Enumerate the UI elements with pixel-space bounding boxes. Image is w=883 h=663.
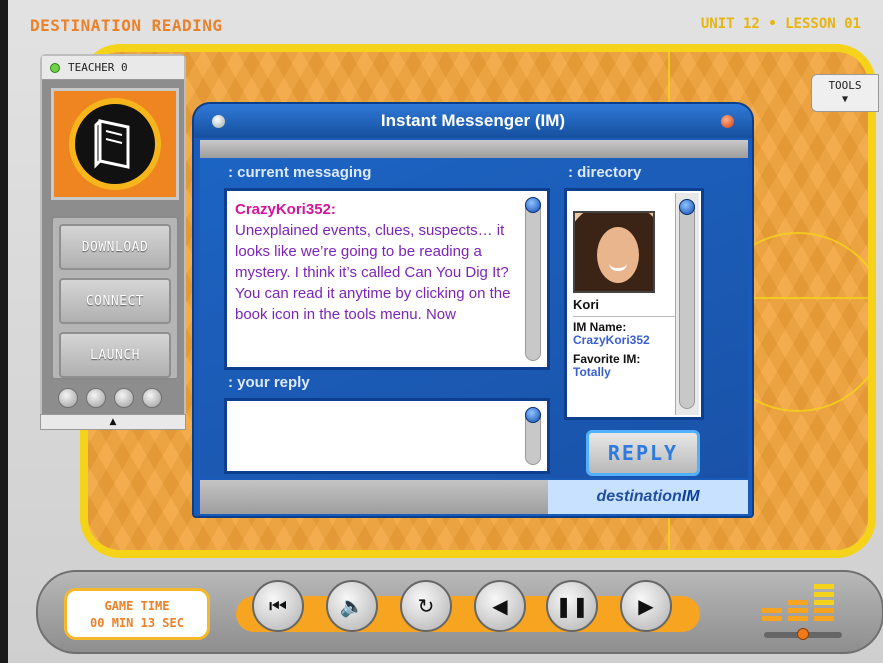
book-icon-ring bbox=[69, 98, 161, 190]
back-icon: ◀ bbox=[492, 594, 508, 618]
indicator-light bbox=[58, 388, 78, 408]
volume-slider[interactable] bbox=[764, 628, 842, 640]
im-title: Instant Messenger (IM) bbox=[380, 111, 566, 130]
game-time-label: GAME TIME bbox=[104, 599, 170, 613]
volume-knob[interactable] bbox=[797, 628, 809, 640]
scroll-thumb[interactable] bbox=[679, 199, 695, 215]
reply-text bbox=[227, 401, 547, 413]
triangle-up-icon: ▲ bbox=[109, 417, 117, 427]
game-time-display: GAME TIME 00 MIN 13 SEC bbox=[64, 588, 210, 640]
volume-button[interactable]: 🔈 bbox=[326, 580, 378, 632]
brand-prefix: destination bbox=[596, 488, 682, 505]
brand-suffix: IM bbox=[681, 488, 700, 505]
scroll-thumb[interactable] bbox=[525, 197, 541, 213]
scroll-thumb[interactable] bbox=[525, 407, 541, 423]
message-log[interactable]: CrazyKori352: Unexplained events, clues,… bbox=[224, 188, 550, 370]
reply-button[interactable]: REPLY bbox=[586, 430, 700, 476]
reply-input[interactable] bbox=[224, 398, 550, 474]
your-reply-label: : your reply bbox=[228, 374, 310, 391]
contact-name: Kori bbox=[573, 297, 599, 312]
status-indicator-icon bbox=[50, 62, 60, 73]
avatar-face bbox=[597, 227, 639, 283]
triangle-down-icon: ▼ bbox=[841, 94, 849, 105]
indicator-light bbox=[114, 388, 134, 408]
book-icon bbox=[94, 119, 130, 169]
indicator-light bbox=[142, 388, 162, 408]
launch-button[interactable]: LAUNCH bbox=[59, 332, 171, 378]
play-icon: ▶ bbox=[638, 594, 654, 618]
skip-back-button[interactable]: ⏮ bbox=[252, 580, 304, 632]
play-button[interactable]: ▶ bbox=[620, 580, 672, 632]
book-button[interactable] bbox=[51, 88, 179, 200]
im-titlebar: Instant Messenger (IM) bbox=[194, 104, 752, 138]
replay-icon: ↻ bbox=[417, 594, 435, 618]
directory-panel: Kori IM Name: CrazyKori352 Favorite IM: … bbox=[564, 188, 704, 420]
volume-bars-icon bbox=[762, 580, 842, 632]
current-messaging-label: : current messaging bbox=[228, 164, 372, 181]
indicator-lights bbox=[58, 388, 162, 408]
teacher-header: TEACHER 0 bbox=[42, 56, 184, 80]
tools-menu-tab[interactable]: TOOLS ▼ bbox=[811, 74, 879, 112]
directory-entry[interactable]: Kori IM Name: CrazyKori352 Favorite IM: … bbox=[573, 211, 681, 385]
teacher-panel: TEACHER 0 DOWNLOAD CONNECT LAUNCH bbox=[40, 54, 186, 426]
unit-lesson-label: UNIT 12 • LESSON 01 bbox=[700, 16, 861, 32]
message-text: Unexplained events, clues, suspects… it … bbox=[235, 222, 511, 323]
avatar bbox=[573, 211, 655, 293]
im-name-value: CrazyKori352 bbox=[573, 333, 650, 347]
back-button[interactable]: ◀ bbox=[474, 580, 526, 632]
volume-icon: 🔈 bbox=[339, 594, 365, 618]
indicator-light bbox=[86, 388, 106, 408]
favorite-im-value: Totally bbox=[573, 365, 611, 379]
game-time-value: 00 MIN 13 SEC bbox=[90, 616, 184, 630]
divider bbox=[573, 316, 681, 317]
pause-button[interactable]: ❚❚ bbox=[546, 580, 598, 632]
window-ball-icon bbox=[212, 115, 225, 128]
reply-scrollbar[interactable] bbox=[525, 407, 541, 465]
pause-icon: ❚❚ bbox=[555, 594, 589, 618]
teacher-panel-toggle[interactable]: ▲ bbox=[40, 414, 186, 430]
im-toolbar-strip bbox=[200, 140, 748, 158]
app-title: DESTINATION READING bbox=[30, 16, 223, 35]
download-button[interactable]: DOWNLOAD bbox=[59, 224, 171, 270]
replay-button[interactable]: ↻ bbox=[400, 580, 452, 632]
bottom-control-bar: GAME TIME 00 MIN 13 SEC ⏮ 🔈 ↻ ◀ ❚❚ ▶ bbox=[36, 570, 883, 654]
directory-scroll-track[interactable] bbox=[679, 199, 695, 409]
directory-label: : directory bbox=[568, 164, 642, 181]
message-scrollbar[interactable] bbox=[525, 197, 541, 361]
skip-back-icon: ⏮ bbox=[269, 594, 287, 618]
teacher-label: TEACHER 0 bbox=[68, 61, 128, 74]
close-icon[interactable] bbox=[721, 115, 734, 128]
tools-label: TOOLS bbox=[828, 79, 862, 92]
connect-button[interactable]: CONNECT bbox=[59, 278, 171, 324]
directory-scrollbar[interactable] bbox=[675, 193, 699, 415]
app-window: DESTINATION READING UNIT 12 • LESSON 01 … bbox=[0, 0, 883, 663]
teacher-buttons: DOWNLOAD CONNECT LAUNCH bbox=[51, 216, 179, 380]
im-window: Instant Messenger (IM) : current messagi… bbox=[192, 102, 754, 518]
im-brand-logo: destinationIM bbox=[548, 480, 748, 514]
message-sender: CrazyKori352: bbox=[235, 201, 336, 218]
